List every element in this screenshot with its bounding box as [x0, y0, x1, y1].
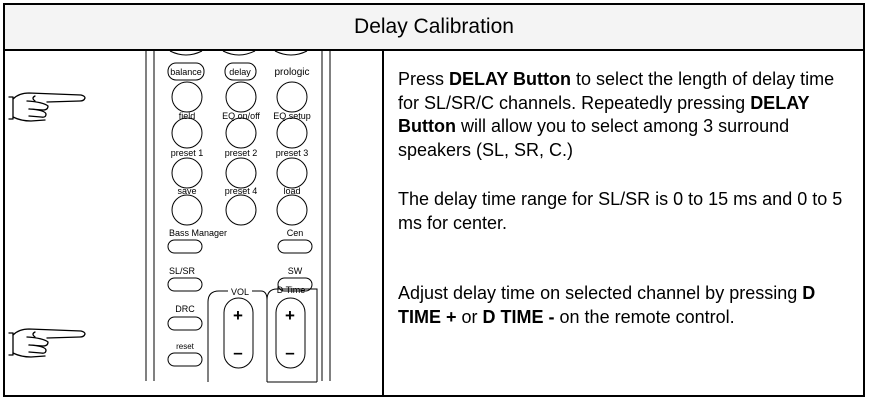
dtime-minus-term: D TIME - [482, 306, 555, 327]
instruction-text-cell: Press DELAY Button to select the length … [384, 49, 863, 395]
eq-setup-label: EQ setup [273, 111, 311, 121]
eq-onoff-round-button[interactable] [225, 117, 257, 149]
instruction-paragraph-1: Press DELAY Button to select the length … [398, 68, 858, 162]
preset2-round-button[interactable] [225, 157, 257, 189]
field-label: field [179, 111, 196, 121]
reset-button[interactable] [167, 352, 203, 367]
delay-button-term: DELAY Button [449, 69, 572, 89]
text: Press [398, 69, 450, 89]
save-round-button[interactable] [171, 194, 203, 226]
pointing-hand-icon [8, 92, 86, 122]
text: or [456, 306, 483, 327]
preset1-round-button[interactable] [171, 157, 203, 189]
balance-label: balance [170, 67, 202, 77]
reset-label: reset [176, 342, 195, 351]
delay-label: delay [229, 67, 251, 77]
text: on the remote control. [554, 306, 735, 327]
balance-round-button[interactable] [171, 81, 203, 113]
instruction-paragraph-2: The delay time range for SL/SR is 0 to 1… [398, 189, 843, 233]
text: will allow you to select among 3 surroun… [398, 116, 790, 160]
preset3-round-button[interactable] [276, 157, 308, 189]
load-round-button[interactable] [276, 194, 308, 226]
preset4-round-button[interactable] [225, 194, 257, 226]
preset2-label: preset 2 [225, 148, 258, 158]
prologic-label: prologic [274, 67, 309, 78]
field-round-button[interactable] [171, 117, 203, 149]
top-partial-button-2 [222, 50, 256, 56]
bass-manager-label: Bass Manager [169, 228, 227, 238]
remote-control-diagram: balance delay prologic field EQ on/off E… [8, 49, 331, 383]
delay-round-button[interactable] [225, 81, 257, 113]
dtime-plus-label: + [285, 306, 295, 325]
save-label: save [177, 186, 196, 196]
cen-label: Cen [287, 228, 304, 238]
vol-label: VOL [231, 287, 249, 297]
top-partial-button-3 [274, 50, 308, 56]
eq-onoff-label: EQ on/off [222, 111, 260, 121]
load-label: load [283, 186, 300, 196]
dtime-minus-label: – [285, 343, 294, 362]
preset4-label: preset 4 [225, 186, 258, 196]
instruction-paragraph-3: Adjust delay time on selected channel by… [398, 282, 858, 329]
preset1-label: preset 1 [171, 148, 204, 158]
bass-manager-button[interactable] [167, 239, 203, 254]
slsr-label: SL/SR [169, 266, 196, 276]
vol-minus-label: – [233, 343, 242, 362]
cen-button[interactable] [277, 239, 313, 254]
drc-button[interactable] [167, 316, 203, 331]
slsr-button[interactable] [167, 277, 203, 292]
sw-label: SW [288, 266, 303, 276]
pointing-hand-icon [8, 328, 86, 358]
preset3-label: preset 3 [276, 148, 309, 158]
top-partial-button-1 [169, 50, 203, 56]
prologic-round-button[interactable] [276, 81, 308, 113]
drc-label: DRC [175, 304, 195, 314]
eq-setup-round-button[interactable] [276, 117, 308, 149]
instruction-table: Delay Calibration balance delay prologic… [3, 3, 865, 397]
dtime-label: D Time [277, 285, 306, 295]
text: Adjust delay time on selected channel by… [398, 283, 803, 303]
vol-plus-label: + [233, 306, 243, 325]
page-title: Delay Calibration [5, 5, 863, 51]
remote-illustration-cell: balance delay prologic field EQ on/off E… [5, 49, 384, 395]
